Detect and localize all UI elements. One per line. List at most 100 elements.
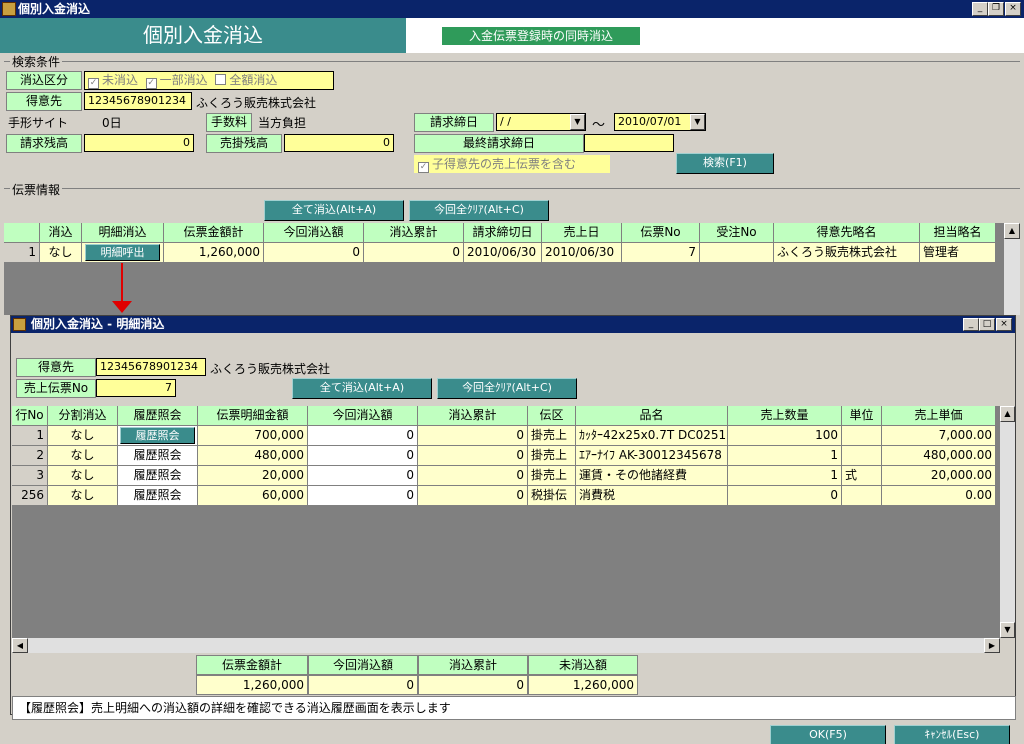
detail-cell-current[interactable]: 0 bbox=[308, 466, 418, 486]
scroll-down-icon[interactable]: ▼ bbox=[1000, 622, 1015, 638]
minimize-icon[interactable]: _ bbox=[963, 318, 979, 331]
slip-header-detail: 明細消込 bbox=[82, 223, 164, 243]
detail-cell-cumulative: 0 bbox=[418, 446, 528, 466]
search-group-line bbox=[4, 61, 1020, 62]
slip-row-cumulative: 0 bbox=[364, 243, 464, 263]
slip-row-slip-no: 7 bbox=[622, 243, 700, 263]
slip-header-staff: 担当略名 bbox=[920, 223, 996, 243]
history-button[interactable]: 履歴照会 bbox=[120, 487, 195, 504]
include-child-checkbox[interactable]: ✓ 子得意先の売上伝票を含む bbox=[414, 155, 610, 173]
close-icon[interactable]: × bbox=[1005, 2, 1021, 16]
window-title: 個別入金消込 bbox=[18, 2, 91, 16]
detail-cell-row-no: 256 bbox=[12, 486, 48, 506]
history-button[interactable]: 履歴照会 bbox=[120, 427, 195, 444]
customer-code-input[interactable]: 12345678901234 bbox=[84, 92, 192, 110]
search-section-title: 検索条件 bbox=[10, 53, 63, 70]
slip-row-status: なし bbox=[40, 243, 82, 263]
detail-cell-split: なし bbox=[48, 466, 118, 486]
ok-button[interactable]: OK(F5) bbox=[770, 725, 886, 744]
slip-header-close-date: 請求締切日 bbox=[464, 223, 542, 243]
detail-cell-history[interactable]: 履歴照会 bbox=[118, 446, 198, 466]
detail-cell-history[interactable]: 履歴照会 bbox=[118, 426, 198, 446]
chevron-down-icon[interactable]: ▼ bbox=[690, 114, 705, 130]
dialog-customer-code: 12345678901234 bbox=[96, 358, 206, 376]
detail-cell-history[interactable]: 履歴照会 bbox=[118, 486, 198, 506]
detail-cell-kind: 掛売上 bbox=[528, 466, 576, 486]
dialog-clear-all-button[interactable]: 全て消込(Alt+A) bbox=[292, 378, 432, 399]
restore-icon[interactable]: ❐ bbox=[988, 2, 1004, 16]
minimize-icon[interactable]: _ bbox=[972, 2, 988, 16]
dialog-titlebar: 個別入金消込 - 明細消込 bbox=[11, 316, 1015, 333]
scroll-left-icon[interactable]: ◀ bbox=[12, 638, 28, 653]
detail-cell-cumulative: 0 bbox=[418, 426, 528, 446]
total-label-cumulative: 消込累計 bbox=[418, 655, 528, 675]
history-button[interactable]: 履歴照会 bbox=[120, 467, 195, 484]
close-date-label: 請求締日 bbox=[414, 113, 494, 132]
total-value-amount: 1,260,000 bbox=[196, 675, 308, 695]
slip-row-detail-cell: 明細呼出 bbox=[82, 243, 164, 263]
detail-cell-split: なし bbox=[48, 446, 118, 466]
dialog-customer-name: ふくろう販売株式会社 bbox=[210, 362, 331, 376]
slip-row-close-date: 2010/06/30 bbox=[464, 243, 542, 263]
detail-cell-amount: 20,000 bbox=[198, 466, 308, 486]
history-button[interactable]: 履歴照会 bbox=[120, 447, 195, 464]
detail-header-qty: 売上数量 bbox=[728, 406, 842, 426]
total-value-cumulative: 0 bbox=[418, 675, 528, 695]
dialog-slip-label: 売上伝票No bbox=[16, 379, 96, 398]
status-unpaid-checkbox[interactable]: ✓ 未消込 bbox=[88, 73, 138, 89]
detail-cell-unit bbox=[842, 446, 882, 466]
detail-cell-cumulative: 0 bbox=[418, 466, 528, 486]
detail-cell-item: ｴｱｰﾅｲﾌ AK-30012345678 bbox=[576, 446, 728, 466]
bill-balance-input[interactable]: 0 bbox=[84, 134, 194, 152]
detail-cell-qty: 100 bbox=[728, 426, 842, 446]
dialog-slip-no: 7 bbox=[96, 379, 176, 397]
total-value-current: 0 bbox=[308, 675, 418, 695]
dialog-app-icon bbox=[13, 318, 26, 331]
detail-cell-qty: 1 bbox=[728, 446, 842, 466]
ar-balance-input[interactable]: 0 bbox=[284, 134, 394, 152]
slip-row-customer: ふくろう販売株式会社 bbox=[774, 243, 920, 263]
chevron-down-icon[interactable]: ▼ bbox=[570, 114, 585, 130]
last-close-input[interactable] bbox=[584, 134, 674, 152]
status-full-checkbox[interactable]: 全額消込 bbox=[215, 73, 277, 87]
scroll-up-icon[interactable]: ▲ bbox=[1004, 223, 1020, 239]
clear-all-button[interactable]: 全て消込(Alt+A) bbox=[264, 200, 404, 221]
detail-open-button[interactable]: 明細呼出 bbox=[85, 244, 160, 261]
last-close-label: 最終請求締日 bbox=[414, 134, 584, 153]
detail-header-split: 分割消込 bbox=[48, 406, 118, 426]
detail-vertical-scrollbar[interactable] bbox=[1000, 406, 1015, 638]
detail-header-unit: 単位 bbox=[842, 406, 882, 426]
status-label: 消込区分 bbox=[6, 71, 82, 90]
status-partial-checkbox[interactable]: ✓ 一部消込 bbox=[145, 73, 208, 89]
window-titlebar: 個別入金消込 bbox=[0, 0, 1024, 18]
cancel-button[interactable]: ｷｬﾝｾﾙ(Esc) bbox=[894, 725, 1010, 744]
detail-header-amount: 伝票明細金額 bbox=[198, 406, 308, 426]
scroll-up-icon[interactable]: ▲ bbox=[1000, 406, 1015, 422]
dialog-clear-current-button[interactable]: 今回全ｸﾘｱ(Alt+C) bbox=[437, 378, 577, 399]
detail-header-row-no: 行No bbox=[12, 406, 48, 426]
detail-cell-current[interactable]: 0 bbox=[308, 446, 418, 466]
ar-balance-label: 売掛残高 bbox=[206, 134, 282, 153]
clear-current-button[interactable]: 今回全ｸﾘｱ(Alt+C) bbox=[409, 200, 549, 221]
slip-row-current[interactable]: 0 bbox=[264, 243, 364, 263]
detail-cell-current[interactable]: 0 bbox=[308, 486, 418, 506]
detail-cell-current[interactable]: 0 bbox=[308, 426, 418, 446]
simultaneous-clear-label: 入金伝票登録時の同時消込 bbox=[442, 27, 640, 45]
slip-header-amount: 伝票金額計 bbox=[164, 223, 264, 243]
detail-cell-history[interactable]: 履歴照会 bbox=[118, 466, 198, 486]
scroll-right-icon[interactable]: ▶ bbox=[984, 638, 1000, 653]
slip-row-order-no bbox=[700, 243, 774, 263]
search-button[interactable]: 検索(F1) bbox=[676, 153, 774, 174]
detail-cell-qty: 1 bbox=[728, 466, 842, 486]
detail-cell-row-no: 1 bbox=[12, 426, 48, 446]
detail-horizontal-scrollbar[interactable] bbox=[12, 638, 1000, 653]
detail-cell-price: 480,000.00 bbox=[882, 446, 996, 466]
close-icon[interactable]: × bbox=[996, 318, 1012, 331]
maximize-icon[interactable]: □ bbox=[979, 318, 995, 331]
detail-header-price: 売上単価 bbox=[882, 406, 996, 426]
detail-cell-unit bbox=[842, 426, 882, 446]
detail-cell-row-no: 3 bbox=[12, 466, 48, 486]
detail-cell-cumulative: 0 bbox=[418, 486, 528, 506]
detail-header-history: 履歴照会 bbox=[118, 406, 198, 426]
status-checkbox-group: ✓ 未消込 ✓ 一部消込 全額消込 bbox=[84, 71, 334, 90]
